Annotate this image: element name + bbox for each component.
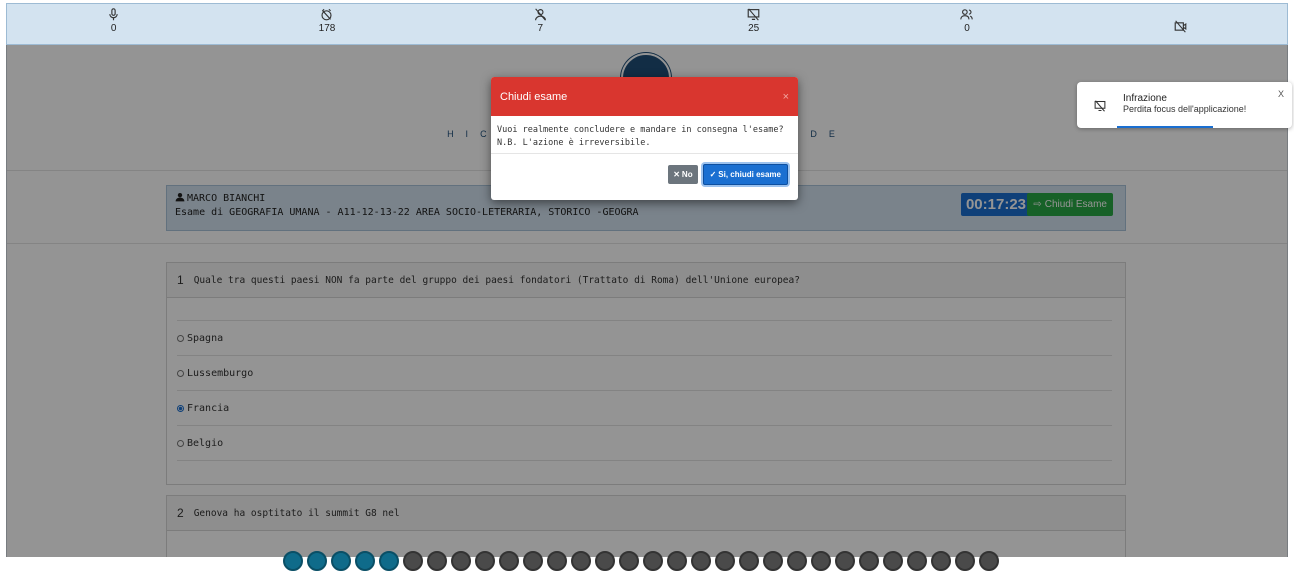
question-nav-dot[interactable] <box>691 551 711 571</box>
x-icon: ✕ <box>673 170 680 179</box>
question-nav-dot[interactable] <box>307 551 327 571</box>
question-nav-dot[interactable] <box>475 551 495 571</box>
focus-lost-icon <box>1094 100 1106 112</box>
question-nav-dot[interactable] <box>787 551 807 571</box>
toast-title: Infrazione <box>1123 93 1167 104</box>
question-nav-dot[interactable] <box>859 551 879 571</box>
toast-message: Perdita focus dell'applicazione! <box>1123 104 1247 114</box>
question-nav-dot[interactable] <box>427 551 447 571</box>
stat-focus: 25 <box>647 4 860 44</box>
toast-close-button[interactable]: X <box>1278 89 1284 99</box>
modal-footer: ✕ No ✓ Si, chiudi esame <box>491 154 798 185</box>
question-nav-dot[interactable] <box>499 551 519 571</box>
focus-lost-icon <box>746 6 762 22</box>
question-nav-dot[interactable] <box>571 551 591 571</box>
modal-note: N.B. L'azione è irreversibile. <box>497 138 651 148</box>
question-nav-dot[interactable] <box>667 551 687 571</box>
question-nav-dot[interactable] <box>283 551 303 571</box>
stat-value: 0 <box>964 23 970 34</box>
question-nav-dot[interactable] <box>907 551 927 571</box>
stat-value: 7 <box>537 23 544 34</box>
question-nav-dot[interactable] <box>883 551 903 571</box>
stat-eye: 178 <box>220 4 433 44</box>
question-nav-dot[interactable] <box>763 551 783 571</box>
question-nav-dot[interactable] <box>643 551 663 571</box>
question-nav-dot[interactable] <box>379 551 399 571</box>
stat-person-missing: 7 <box>434 4 647 44</box>
stat-value: 178 <box>318 23 336 34</box>
stat-value: 25 <box>748 23 760 34</box>
no-button[interactable]: ✕ No <box>668 165 698 184</box>
close-icon[interactable]: × <box>783 91 789 103</box>
question-nav-dot[interactable] <box>331 551 351 571</box>
question-nav-dot[interactable] <box>547 551 567 571</box>
confirm-close-button[interactable]: ✓ Si, chiudi esame <box>702 164 788 185</box>
stat-value: 0 <box>110 23 117 34</box>
question-nav-dot[interactable] <box>931 551 951 571</box>
question-nav-dot[interactable] <box>403 551 423 571</box>
toast-progress-bar <box>1117 126 1213 128</box>
infraction-toast: Infrazione Perdita focus dell'applicazio… <box>1077 82 1292 128</box>
modal-header: Chiudi esame × <box>491 77 798 116</box>
camera-off-icon <box>1172 18 1188 34</box>
question-nav-dot[interactable] <box>715 551 735 571</box>
question-nav-dot[interactable] <box>811 551 831 571</box>
question-nav-dot[interactable] <box>739 551 759 571</box>
question-nav-dot[interactable] <box>619 551 639 571</box>
modal-question: Vuoi realmente concludere e mandare in c… <box>497 125 784 135</box>
question-nav-dot[interactable] <box>595 551 615 571</box>
question-nav-dot[interactable] <box>979 551 999 571</box>
stat-people: 0 <box>860 4 1073 44</box>
question-nav-dot[interactable] <box>955 551 975 571</box>
person-off-icon <box>532 6 548 22</box>
close-exam-modal: Chiudi esame × Vuoi realmente concludere… <box>491 77 798 200</box>
question-nav-dot[interactable] <box>451 551 471 571</box>
question-nav-dot[interactable] <box>523 551 543 571</box>
check-icon: ✓ <box>709 170 717 179</box>
question-navigator <box>283 551 999 571</box>
stat-camera <box>1074 4 1287 44</box>
modal-body: Vuoi realmente concludere e mandare in c… <box>491 116 798 154</box>
proctoring-stats-bar: 0 178 7 25 0 <box>6 3 1288 45</box>
no-eye-icon <box>319 6 335 22</box>
question-nav-dot[interactable] <box>355 551 375 571</box>
microphone-icon <box>106 6 122 22</box>
question-nav-dot[interactable] <box>835 551 855 571</box>
confirm-button-label: Si, chiudi esame <box>718 170 781 179</box>
multiple-people-icon <box>959 6 975 22</box>
modal-title: Chiudi esame <box>500 90 568 103</box>
no-button-label: No <box>681 170 693 179</box>
stat-microphone: 0 <box>7 4 220 44</box>
